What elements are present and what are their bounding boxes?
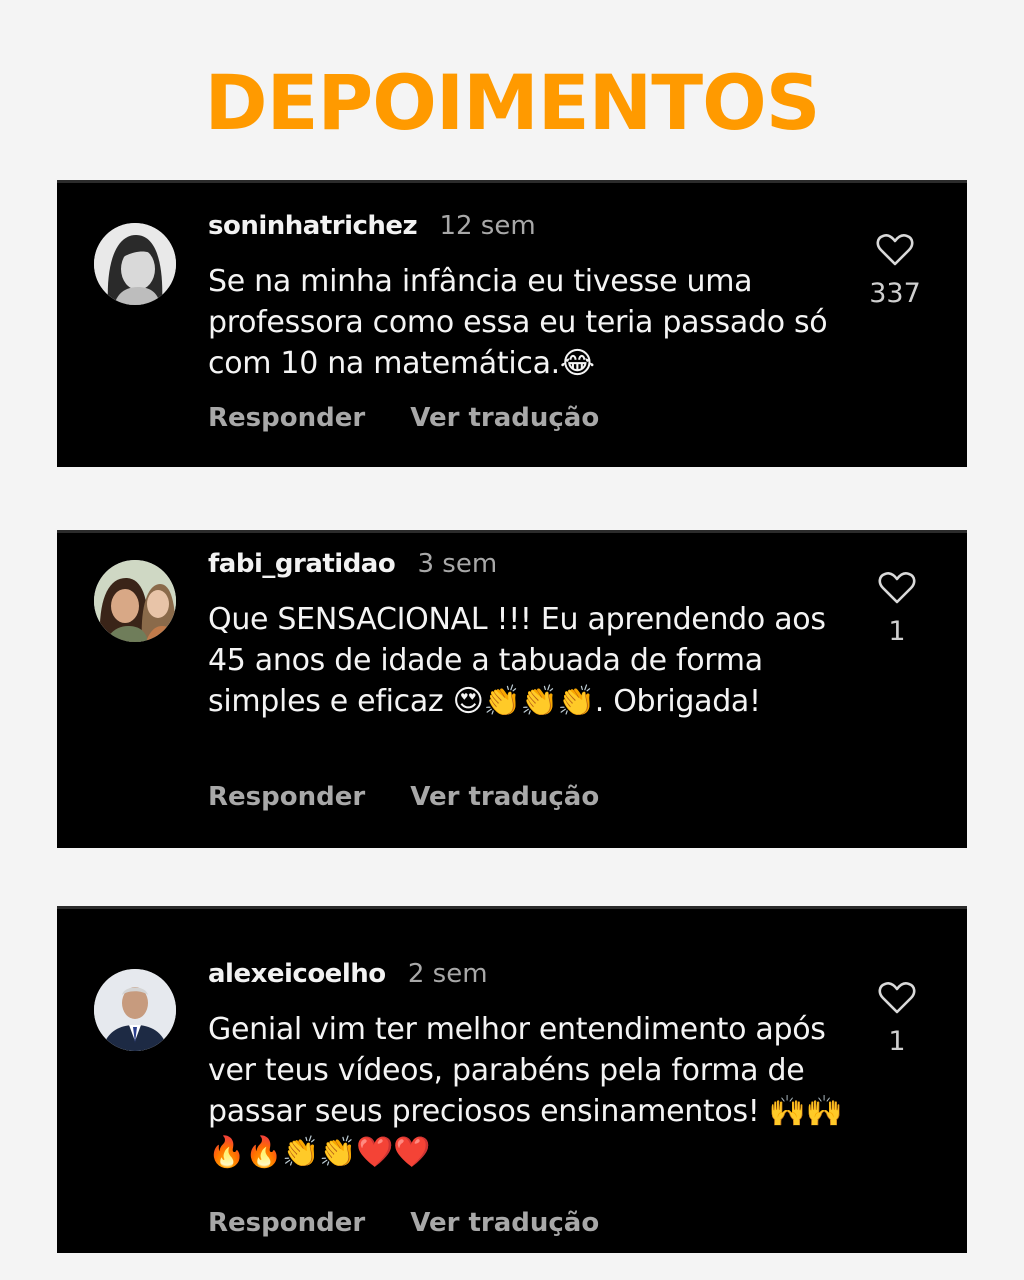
like-count: 337 bbox=[869, 278, 921, 309]
user-avatar-woman-icon bbox=[94, 223, 176, 305]
comment-meta: fabi_gratidao 3 sem bbox=[208, 547, 497, 581]
translate-button[interactable]: Ver tradução bbox=[410, 1208, 599, 1238]
like-count: 1 bbox=[888, 616, 906, 647]
avatar[interactable] bbox=[94, 223, 176, 305]
translate-button[interactable]: Ver tradução bbox=[410, 403, 599, 433]
comment-actions: Responder Ver tradução bbox=[208, 1206, 599, 1240]
username[interactable]: fabi_gratidao bbox=[208, 549, 396, 579]
avatar[interactable] bbox=[94, 969, 176, 1051]
heart-icon[interactable] bbox=[878, 981, 916, 1015]
comment-emojis: 😍👏👏👏 bbox=[452, 684, 595, 719]
user-avatar-man-suit-icon bbox=[94, 969, 176, 1051]
like-control: 1 bbox=[857, 981, 937, 1059]
username[interactable]: soninhatrichez bbox=[208, 211, 418, 241]
like-control: 1 bbox=[857, 571, 937, 649]
heart-icon[interactable] bbox=[878, 571, 916, 605]
timestamp: 12 sem bbox=[439, 211, 536, 241]
comment-text: Que SENSACIONAL !!! Eu aprendendo aos 45… bbox=[208, 599, 858, 722]
reply-button[interactable]: Responder bbox=[208, 403, 365, 433]
comment-actions: Responder Ver tradução bbox=[208, 401, 599, 435]
reply-button[interactable]: Responder bbox=[208, 1208, 365, 1238]
heart-icon[interactable] bbox=[876, 233, 914, 267]
translate-button[interactable]: Ver tradução bbox=[410, 782, 599, 812]
comment-text: Se na minha infância eu tivesse uma prof… bbox=[208, 261, 858, 384]
comment-card: alexeicoelho 2 sem Genial vim ter melhor… bbox=[57, 906, 967, 1253]
comment-body: Se na minha infância eu tivesse uma prof… bbox=[208, 264, 828, 381]
username[interactable]: alexeicoelho bbox=[208, 959, 386, 989]
page-title: DEPOIMENTOS bbox=[204, 58, 821, 147]
comment-body: Genial vim ter melhor entendimento após … bbox=[208, 1012, 826, 1129]
like-control: 337 bbox=[855, 233, 935, 311]
timestamp: 2 sem bbox=[407, 959, 488, 989]
comment-emojis: 😂 bbox=[559, 346, 595, 381]
comment-meta: soninhatrichez 12 sem bbox=[208, 209, 536, 243]
comment-meta: alexeicoelho 2 sem bbox=[208, 957, 488, 991]
avatar[interactable] bbox=[94, 560, 176, 642]
comment-body-end: . Obrigada! bbox=[594, 684, 761, 719]
comment-card: fabi_gratidao 3 sem Que SENSACIONAL !!! … bbox=[57, 530, 967, 848]
timestamp: 3 sem bbox=[417, 549, 498, 579]
user-avatar-woman-child-icon bbox=[94, 560, 176, 642]
comment-text: Genial vim ter melhor entendimento após … bbox=[208, 1009, 858, 1173]
like-count: 1 bbox=[888, 1026, 906, 1057]
comment-actions: Responder Ver tradução bbox=[208, 780, 599, 814]
comment-card: soninhatrichez 12 sem Se na minha infânc… bbox=[57, 180, 967, 467]
reply-button[interactable]: Responder bbox=[208, 782, 365, 812]
